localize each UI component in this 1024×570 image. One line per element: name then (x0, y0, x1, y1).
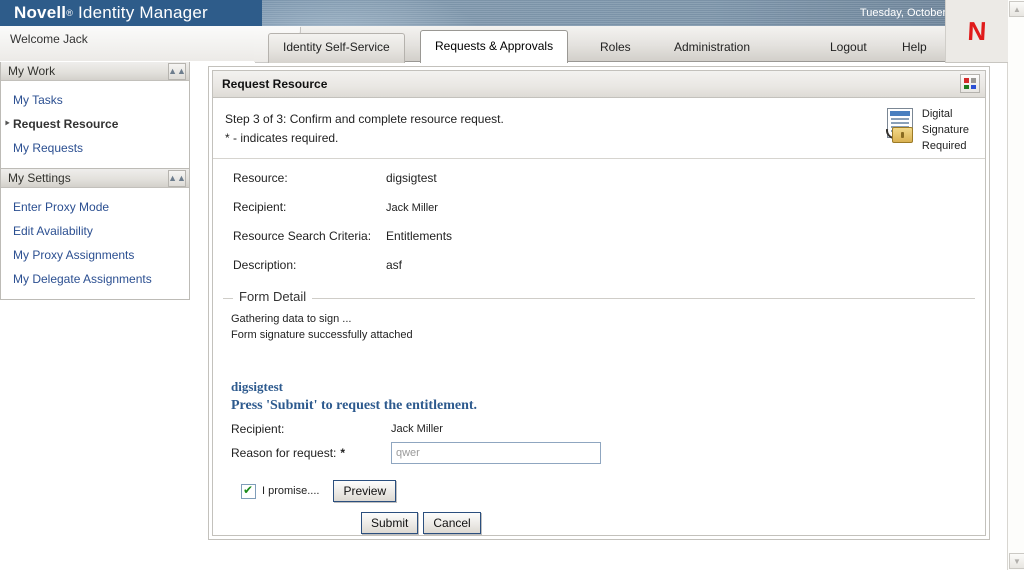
form-label-reason: Reason for request: * (231, 446, 391, 460)
current-item-bullet-icon: ‣ (4, 115, 11, 133)
tab-identity-self-service[interactable]: Identity Self-Service (268, 33, 405, 63)
field-row-description: Description: asf (233, 258, 985, 272)
digital-signature-notice: Digital Signature Required (883, 106, 969, 154)
page-scrollbar[interactable]: ▲ ▼ (1007, 0, 1024, 570)
welcome-label: Welcome Jack (0, 26, 262, 62)
field-row-resource: Resource: digsigtest (233, 171, 985, 185)
logout-link[interactable]: Logout (816, 34, 881, 61)
step-summary-row: Step 3 of 3: Confirm and complete resour… (213, 98, 985, 159)
form-row-reason: Reason for request: * (231, 442, 975, 464)
sidebar-group-title-my-work: My Work (8, 64, 55, 78)
chevron-up-icon[interactable]: ▲▲ (168, 63, 186, 80)
field-value-recipient: Jack Miller (386, 202, 438, 214)
document-lock-icon (883, 108, 915, 144)
field-row-recipient: Recipient: Jack Miller (233, 200, 985, 214)
preview-button[interactable]: Preview (333, 480, 396, 502)
field-label-search-criteria: Resource Search Criteria: (233, 229, 386, 243)
tab-requests-approvals[interactable]: Requests & Approvals (420, 30, 568, 63)
dsig-line-2: Signature (922, 122, 969, 138)
field-row-search-criteria: Resource Search Criteria: Entitlements (233, 229, 985, 243)
dsig-line-3: Required (922, 138, 969, 154)
promise-agreement-row: I promise.... Preview (231, 480, 975, 502)
resource-summary-fields: Resource: digsigtest Recipient: Jack Mil… (213, 159, 985, 293)
form-detail-wrap: Form Detail Gathering data to sign ... F… (223, 298, 975, 534)
log-line-signature-attached: Form signature successfully attached (231, 327, 975, 343)
sidebar-item-my-proxy-assignments[interactable]: My Proxy Assignments (1, 243, 189, 267)
submit-button[interactable]: Submit (361, 512, 418, 534)
dsig-line-1: Digital (922, 106, 969, 122)
request-resource-panel: Request Resource Step 3 of 3: Confirm an… (212, 70, 986, 536)
novell-logo-box: N (945, 0, 1008, 63)
registered-mark-icon: ® (66, 8, 73, 18)
field-value-search-criteria: Entitlements (386, 229, 452, 243)
form-detail-fieldset: Form Detail Gathering data to sign ... F… (223, 298, 975, 534)
chevron-up-icon[interactable]: ▲▲ (168, 170, 186, 187)
sidebar-group-header-my-settings: My Settings ▲▲ (1, 169, 189, 188)
sidebar-item-request-resource[interactable]: ‣ Request Resource (1, 112, 189, 136)
sidebar-item-my-delegate-assignments[interactable]: My Delegate Assignments (1, 267, 189, 291)
reason-for-request-input[interactable] (391, 442, 601, 464)
field-value-description: asf (386, 258, 402, 272)
sidebar: My Work ▲▲ My Tasks ‣ Request Resource M… (0, 62, 190, 570)
cancel-button[interactable]: Cancel (423, 512, 480, 534)
sidebar-group-my-settings: My Settings ▲▲ Enter Proxy Mode Edit Ava… (0, 168, 190, 300)
chevron-down-icon[interactable]: ▼ (1009, 553, 1024, 569)
form-detail-legend: Form Detail (233, 289, 312, 304)
form-value-recipient: Jack Miller (391, 423, 443, 435)
step-indicator-text: Step 3 of 3: Confirm and complete resour… (225, 110, 973, 129)
digital-signature-text: Digital Signature Required (922, 106, 969, 154)
product-brand: Novell (14, 3, 66, 22)
form-spacer (231, 343, 975, 379)
field-label-resource: Resource: (233, 171, 386, 185)
sidebar-group-my-work: My Work ▲▲ My Tasks ‣ Request Resource M… (0, 62, 190, 169)
form-label-reason-text: Reason for request: (231, 446, 336, 460)
panel-header: Request Resource (213, 71, 985, 98)
form-row-recipient: Recipient: Jack Miller (231, 422, 975, 436)
field-value-resource: digsigtest (386, 171, 437, 185)
sidebar-item-label-request-resource: Request Resource (13, 117, 118, 131)
form-action-buttons: Submit Cancel (231, 512, 975, 534)
help-link[interactable]: Help (888, 34, 941, 61)
form-detail-body: Gathering data to sign ... Form signatur… (223, 299, 975, 534)
application-window: Novell® Identity Manager Tuesday, Octobe… (0, 0, 1024, 570)
field-label-recipient: Recipient: (233, 200, 386, 214)
promise-checkbox[interactable] (241, 484, 256, 499)
main-content-area: Request Resource Step 3 of 3: Confirm an… (208, 66, 990, 540)
sidebar-items-my-work: My Tasks ‣ Request Resource My Requests (1, 81, 189, 168)
sidebar-item-enter-proxy-mode[interactable]: Enter Proxy Mode (1, 195, 189, 219)
tab-roles[interactable]: Roles (586, 34, 645, 61)
sidebar-group-title-my-settings: My Settings (8, 171, 71, 185)
promise-checkbox-label: I promise.... (262, 485, 319, 497)
required-indicator: * (340, 446, 345, 460)
novell-n-logo-icon: N (944, 0, 1009, 62)
form-name-heading: digsigtest (231, 379, 975, 395)
tab-bar: Welcome Jack Identity Self-Service Reque… (0, 26, 1008, 62)
form-instruction-text: Press 'Submit' to request the entitlemen… (231, 398, 975, 414)
chevron-up-icon[interactable]: ▲ (1009, 1, 1024, 17)
sidebar-item-edit-availability[interactable]: Edit Availability (1, 219, 189, 243)
tab-administration[interactable]: Administration (660, 34, 764, 61)
sidebar-group-header-my-work: My Work ▲▲ (1, 62, 189, 81)
sidebar-items-my-settings: Enter Proxy Mode Edit Availability My Pr… (1, 188, 189, 299)
sidebar-item-my-requests[interactable]: My Requests (1, 136, 189, 160)
log-line-gathering: Gathering data to sign ... (231, 311, 975, 327)
sidebar-item-my-tasks[interactable]: My Tasks (1, 88, 189, 112)
page-title: Request Resource (222, 77, 327, 91)
top-banner: Novell® Identity Manager Tuesday, Octobe… (0, 0, 1008, 26)
field-label-description: Description: (233, 258, 386, 272)
product-name: Identity Manager (78, 3, 208, 22)
form-label-recipient: Recipient: (231, 422, 391, 436)
required-fields-note: * - indicates required. (225, 129, 973, 148)
product-title: Novell® Identity Manager (0, 0, 262, 26)
grid-view-icon[interactable] (960, 74, 980, 93)
